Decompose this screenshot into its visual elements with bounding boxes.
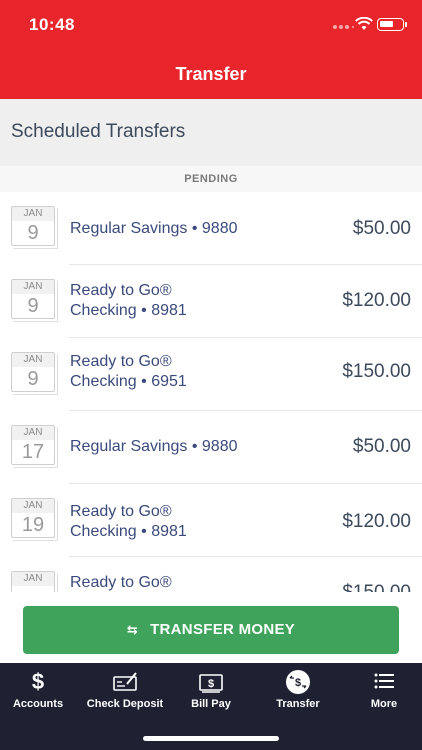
page-title: Transfer [175,64,247,84]
date-day: 17 [21,441,45,463]
transfer-row[interactable]: JAN Ready to Go® $150.00 [0,557,422,592]
date-month: JAN [12,353,54,367]
tab-check-deposit[interactable]: Check Deposit [83,663,167,723]
tab-label: Bill Pay [191,698,231,710]
transfer-amount: $150.00 [342,582,411,592]
status-bar: 10:48 [0,0,422,50]
transfer-icon: $ [286,670,310,694]
date-day: 19 [21,514,45,536]
pending-group-label: PENDING [0,166,422,192]
svg-text:$: $ [32,669,44,694]
account-number: Checking • 6951 [70,373,187,390]
account-number: Checking • 8981 [70,302,187,319]
transfer-amount: $120.00 [342,511,411,532]
calendar-date-icon: JAN 9 [11,352,58,395]
calendar-date-icon: JAN [11,571,58,592]
bill-icon: $ [199,674,223,693]
action-bar: ⇆ TRANSFER MONEY [0,592,422,663]
account-name: Regular Savings • 9880 [70,220,238,237]
date-month: JAN [12,426,54,440]
calendar-date-icon: JAN 17 [11,425,58,468]
tab-bill-pay[interactable]: $ Bill Pay [169,663,253,723]
transfer-row[interactable]: JAN 9 Regular Savings • 9880 $50.00 [0,192,422,265]
date-day: 9 [27,295,39,317]
account-name: Ready to Go® [70,503,172,520]
transfer-money-label: TRANSFER MONEY [150,621,296,638]
cellular-signal-icon [333,25,354,29]
transfer-row[interactable]: JAN 9 Ready to Go® Checking • 6951 $150.… [0,338,422,411]
tab-label: Transfer [276,698,320,710]
account-name: Ready to Go® [70,574,172,591]
dollar-icon: $ [32,669,44,694]
home-indicator [143,736,279,741]
transfer-row[interactable]: JAN 9 Ready to Go® Checking • 8981 $120.… [0,265,422,338]
calendar-date-icon: JAN 9 [11,279,58,322]
date-month: JAN [12,572,54,586]
transfer-amount: $120.00 [342,290,411,311]
account-name: Regular Savings • 9880 [70,438,238,455]
transfer-row[interactable]: JAN 19 Ready to Go® Checking • 8981 $120… [0,484,422,557]
date-day: 9 [27,222,39,244]
transfer-row[interactable]: JAN 17 Regular Savings • 9880 $50.00 [0,411,422,484]
tab-label: Accounts [12,698,64,710]
check-icon [113,672,137,691]
section-title: Scheduled Transfers [11,121,186,142]
scheduled-transfers-list: JAN 9 Regular Savings • 9880 $50.00 JAN … [0,192,422,592]
status-time: 10:48 [29,15,75,34]
section-header: Scheduled Transfers [0,99,422,166]
tab-more[interactable]: More [342,663,422,723]
tab-transfer[interactable]: $ Transfer [256,663,340,723]
tab-label: Check Deposit [86,698,164,710]
transfer-amount: $50.00 [352,218,411,239]
account-number: Checking • 8981 [70,523,187,540]
transfer-amount: $50.00 [352,436,411,457]
date-month: JAN [12,280,54,294]
transfer-arrows-icon: ⇆ [126,622,139,637]
tab-label: More [370,698,398,710]
tab-accounts[interactable]: $ Accounts [0,663,80,723]
app-header: 10:48 Transfer [0,0,422,99]
wifi-icon [355,17,373,30]
calendar-date-icon: JAN 9 [11,206,58,249]
list-icon [374,673,394,689]
battery-icon [377,18,407,31]
date-month: JAN [12,207,54,221]
account-name: Ready to Go® [70,353,172,370]
transfer-amount: $150.00 [342,361,411,382]
account-name: Ready to Go® [70,282,172,299]
date-month: JAN [12,499,54,513]
svg-text:$: $ [295,677,301,689]
calendar-date-icon: JAN 19 [11,498,58,541]
transfer-money-button[interactable]: ⇆ TRANSFER MONEY [23,606,399,654]
svg-text:$: $ [208,678,214,690]
date-day: 9 [27,368,39,390]
